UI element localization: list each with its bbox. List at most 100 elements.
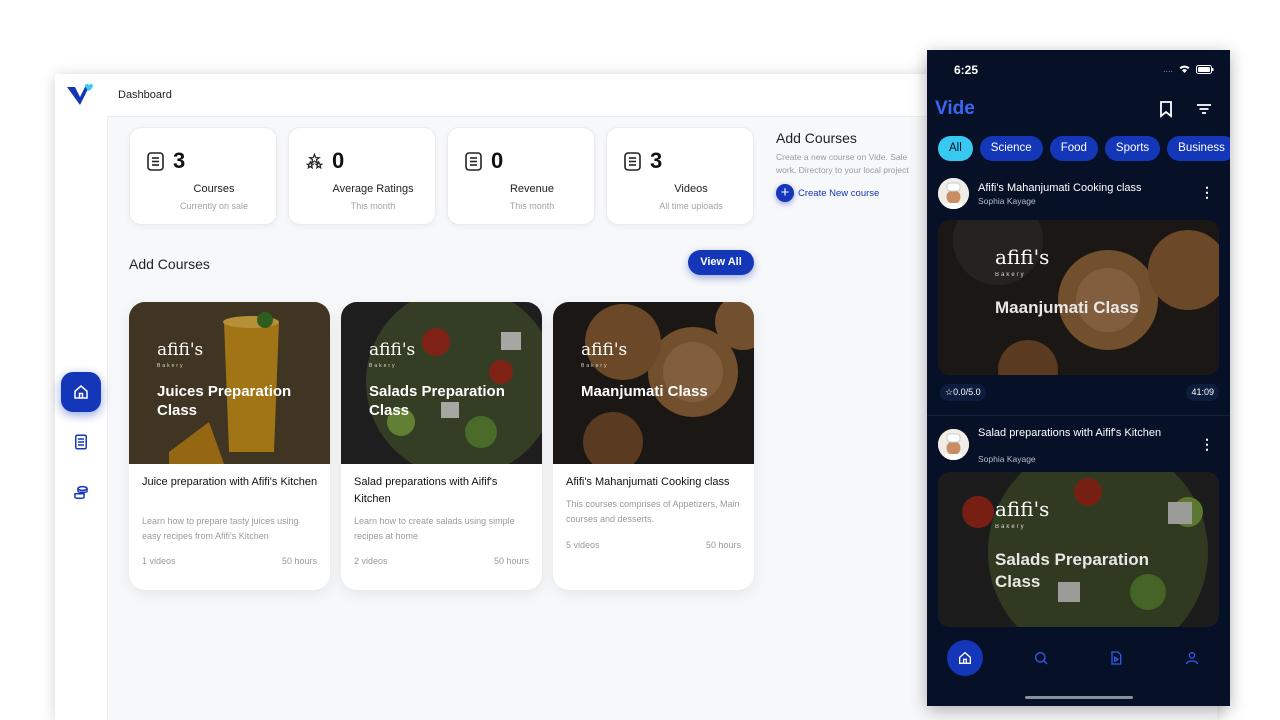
chip-business[interactable]: Business xyxy=(1167,136,1230,161)
course-meta: 2 videos 50 hours xyxy=(354,556,529,566)
brand-subtext: Bakery xyxy=(995,272,1026,278)
nav-videos-button[interactable] xyxy=(1098,640,1134,676)
course-image-maanjumati: afifi's Bakery Maanjumati Class xyxy=(553,302,754,464)
course-description: This courses comprises of Appetizers, Ma… xyxy=(566,499,740,524)
brand-mark: afifi's Bakery xyxy=(157,342,203,374)
section-title: Add Courses xyxy=(129,256,210,272)
chip-sports[interactable]: Sports xyxy=(1104,136,1161,161)
bottom-nav xyxy=(927,638,1230,678)
list-icon xyxy=(624,152,641,171)
nav-profile-button[interactable] xyxy=(1174,640,1210,676)
side-panel-title: Add Courses xyxy=(776,130,857,146)
more-options-icon[interactable]: ⋮ xyxy=(1200,184,1214,201)
stat-subtitle: All time uploads xyxy=(659,201,723,211)
course-card[interactable]: afifi's Bakery Maanjumati Class Afifi's M… xyxy=(553,302,754,590)
side-panel-desc-line: Create a new course on Vide. Sale xyxy=(776,152,908,162)
status-icons: .... xyxy=(1163,64,1214,74)
list-icon xyxy=(465,152,482,171)
phone-app: 6:25 .... Vide All Science Food Sports B… xyxy=(927,50,1230,706)
side-panel-desc-line: work. Directory to your local project xyxy=(776,165,909,175)
course-video-count: 5 videos xyxy=(566,540,600,550)
battery-icon xyxy=(1196,64,1214,74)
nav-search-button[interactable] xyxy=(1023,640,1059,676)
sidebar-revenue-button[interactable] xyxy=(61,473,101,513)
course-image-title: Maanjumati Class xyxy=(581,383,708,400)
breadcrumb: Dashboard xyxy=(118,89,172,101)
rating-badge: ☆0.0/5.0 xyxy=(940,384,986,401)
chip-food[interactable]: Food xyxy=(1049,136,1098,161)
coins-icon xyxy=(74,485,88,500)
vide-logo[interactable]: Vide xyxy=(935,98,975,120)
stat-label: Average Ratings xyxy=(332,183,414,195)
stat-label: Videos xyxy=(674,183,708,195)
status-time: 6:25 xyxy=(954,63,979,77)
sidebar xyxy=(55,116,108,720)
brand-mark: afifi's Bakery xyxy=(995,247,1049,284)
home-icon xyxy=(74,385,88,399)
brand-subtext: Bakery xyxy=(581,363,609,369)
video-file-icon xyxy=(1111,651,1122,665)
avatar[interactable] xyxy=(938,429,969,460)
sidebar-home-button[interactable] xyxy=(61,372,101,412)
course-name: Juice preparation with Afifi's Kitchen xyxy=(142,476,318,488)
filter-icon[interactable] xyxy=(1195,100,1213,118)
chip-science[interactable]: Science xyxy=(979,136,1043,161)
home-icon xyxy=(959,651,971,664)
stat-value: 0 xyxy=(491,148,504,173)
feed-image-title: Maanjumati Class xyxy=(995,298,1139,317)
plus-icon: + xyxy=(776,184,794,202)
feed-author: Sophia Kayage xyxy=(978,196,1036,206)
create-new-course-label: Create New course xyxy=(798,187,880,199)
side-panel-description: Create a new course on Vide. Sale work. … xyxy=(776,151,926,177)
signal-icon: .... xyxy=(1162,64,1173,74)
stat-card-ratings[interactable]: 0 Average Ratings This month xyxy=(288,127,436,225)
course-card[interactable]: afifi's Bakery Juices Preparation Class J… xyxy=(129,302,330,590)
course-video-count: 2 videos xyxy=(354,556,388,566)
brand-subtext: Bakery xyxy=(369,363,397,369)
stat-subtitle: This month xyxy=(509,201,555,211)
course-meta: 1 videos 50 hours xyxy=(142,556,317,566)
bookmark-icon[interactable] xyxy=(1157,100,1175,118)
view-all-button[interactable]: View All xyxy=(688,250,754,275)
course-description: Learn how to create salads using simple … xyxy=(354,516,515,541)
stat-subtitle: This month xyxy=(350,201,396,211)
brand-mark: afifi's Bakery xyxy=(581,342,627,374)
course-image-title: Juices Preparation Class xyxy=(157,383,292,419)
course-image-juice: afifi's Bakery Juices Preparation Class xyxy=(129,302,330,464)
course-hours: 50 hours xyxy=(705,540,741,550)
stars-icon xyxy=(306,152,323,170)
stat-label: Courses xyxy=(193,183,235,195)
course-image-salad: afifi's Bakery Salads Preparation Class xyxy=(341,302,542,464)
course-hours: 50 hours xyxy=(281,556,317,566)
stat-card-videos[interactable]: 3 Videos All time uploads xyxy=(606,127,754,225)
stat-card-revenue[interactable]: 0 Revenue This month xyxy=(447,127,595,225)
feed-video-thumbnail[interactable]: afifi's Bakery Salads Preparation Class xyxy=(938,472,1219,627)
brand-mark: afifi's Bakery xyxy=(995,499,1049,536)
category-chips: All Science Food Sports Business xyxy=(938,136,1230,161)
stat-card-courses[interactable]: 3 Courses Currently on sale xyxy=(129,127,277,225)
nav-home-button[interactable] xyxy=(947,640,983,676)
stat-label: Revenue xyxy=(509,183,555,195)
list-icon xyxy=(147,152,164,171)
create-new-course-link[interactable]: + Create New course xyxy=(776,184,879,202)
feed-title[interactable]: Salad preparations with Aifif's Kitchen xyxy=(978,427,1168,440)
stat-value: 3 xyxy=(650,148,663,173)
feed-title[interactable]: Afifi's Mahanjumati Cooking class xyxy=(978,182,1168,195)
brand-subtext: Bakery xyxy=(157,363,185,369)
vide-logo-icon[interactable] xyxy=(65,83,95,107)
divider xyxy=(927,415,1230,416)
chip-all[interactable]: All xyxy=(938,136,973,161)
more-options-icon[interactable]: ⋮ xyxy=(1200,436,1214,453)
sidebar-courses-button[interactable] xyxy=(61,422,101,462)
stat-value: 3 xyxy=(173,148,186,173)
feed-video-thumbnail[interactable]: afifi's Bakery Maanjumati Class xyxy=(938,220,1219,375)
course-image-title: Salads Preparation Class xyxy=(369,383,505,419)
stat-value: 0 xyxy=(332,148,345,173)
brand-mark: afifi's Bakery xyxy=(369,342,415,374)
course-card[interactable]: afifi's Bakery Salads Preparation Class S… xyxy=(341,302,542,590)
list-icon xyxy=(75,434,87,450)
course-name: Afifi's Mahanjumati Cooking class xyxy=(566,476,730,488)
feed-image-title: Salads Preparation Class xyxy=(995,550,1150,591)
avatar[interactable] xyxy=(938,178,969,209)
duration-badge: 41:09 xyxy=(1186,384,1219,401)
